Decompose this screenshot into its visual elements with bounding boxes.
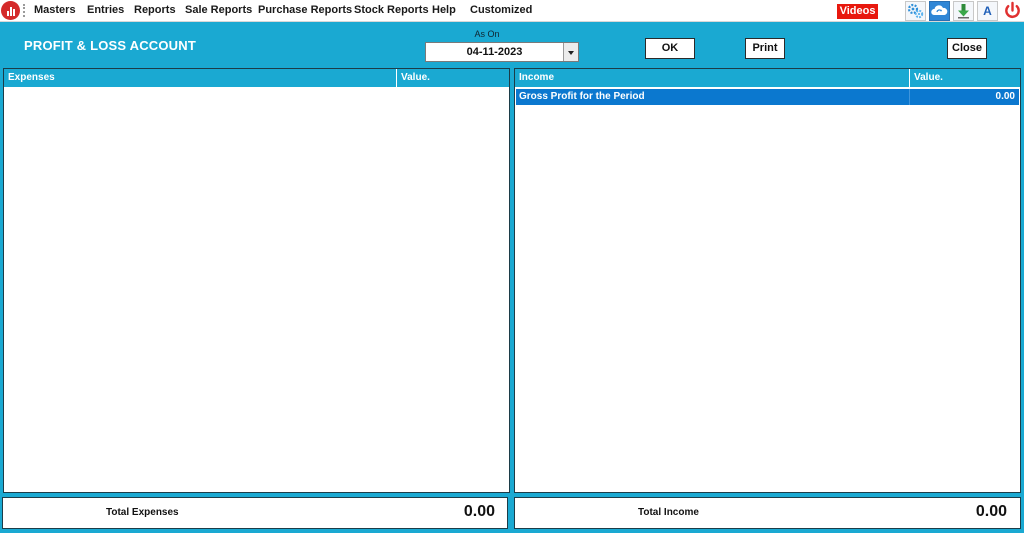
font-button[interactable]: A [977,1,998,21]
report-panel: PROFIT & LOSS ACCOUNT As On 04-11-2023 O… [0,22,1024,533]
cloud-sync-button[interactable] [929,1,950,21]
table-row[interactable]: Gross Profit for the Period 0.00 [516,89,1019,105]
total-income-value: 0.00 [975,503,1007,520]
download-button[interactable] [953,1,974,21]
settings-button[interactable] [905,1,926,21]
expenses-value-column-header[interactable]: Value. [397,69,509,87]
print-button[interactable]: Print [745,38,785,59]
menu-reports[interactable]: Reports [134,4,176,16]
total-expenses-value: 0.00 [463,503,495,520]
menu-grip [23,4,25,17]
income-column-header[interactable]: Income [515,69,909,87]
income-row-value: 0.00 [995,91,1015,102]
expenses-grid-header: Expenses Value. [4,69,509,88]
menu-entries[interactable]: Entries [87,4,124,16]
as-on-date-picker[interactable]: 04-11-2023 [425,42,579,62]
column-divider [909,89,910,105]
close-button[interactable]: Close [947,38,987,59]
income-grid-header: Income Value. [515,69,1020,88]
menu-sale-reports[interactable]: Sale Reports [185,4,252,16]
income-grid[interactable]: Income Value. Gross Profit for the Perio… [514,68,1021,493]
menu-bar: Masters Entries Reports Sale Reports Pur… [0,0,1024,22]
menu-help[interactable]: Help [432,4,456,16]
menu-customized[interactable]: Customized [470,4,532,16]
total-income-box: Total Income 0.00 [514,497,1021,529]
as-on-label: As On [474,29,500,39]
menu-stock-reports[interactable]: Stock Reports [354,4,429,16]
menu-purchase-reports[interactable]: Purchase Reports [258,4,352,16]
total-expenses-label: Total Expenses [106,507,179,518]
income-value-column-header[interactable]: Value. [910,69,1020,87]
total-income-label: Total Income [638,507,699,518]
power-icon [1005,1,1020,18]
power-button[interactable] [1002,1,1023,21]
expenses-grid[interactable]: Expenses Value. [3,68,510,493]
date-dropdown-button[interactable] [563,43,578,61]
download-icon [958,4,969,19]
as-on-date-value[interactable]: 04-11-2023 [426,43,563,61]
videos-button[interactable]: Videos [837,4,878,19]
income-row-name: Gross Profit for the Period [519,91,645,102]
menu-masters[interactable]: Masters [34,4,76,16]
app-logo-icon[interactable] [1,1,20,20]
settings-gears-icon [907,3,924,19]
cloud-sync-icon [931,5,948,15]
ok-button[interactable]: OK [645,38,695,59]
total-expenses-box: Total Expenses 0.00 [2,497,508,529]
expenses-column-header[interactable]: Expenses [4,69,396,87]
page-title: PROFIT & LOSS ACCOUNT [24,38,196,53]
